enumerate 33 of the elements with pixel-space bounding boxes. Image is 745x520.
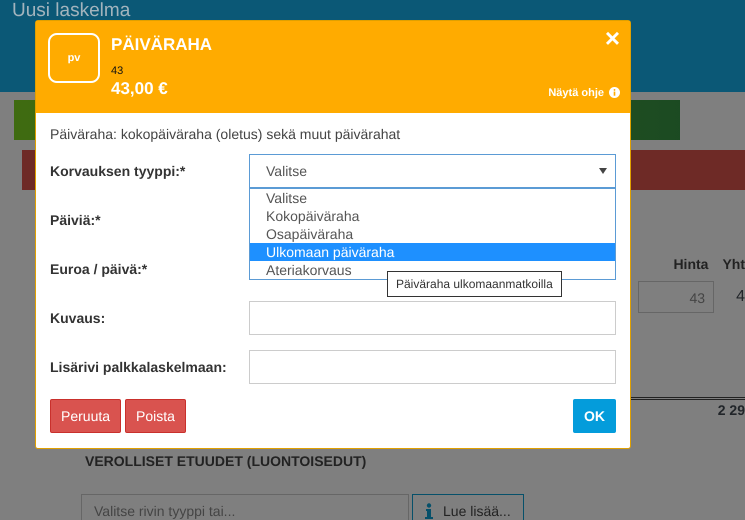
badge-icon: pv	[48, 33, 100, 83]
sum-total: 2 29	[718, 401, 745, 420]
dialog-subtitle: 43	[111, 65, 124, 79]
price-field[interactable]: 43	[638, 281, 714, 313]
info-icon	[609, 87, 620, 98]
tooltip: Päiväraha ulkomaanmatkoilla	[387, 271, 562, 297]
action-button[interactable]: Poista	[125, 399, 186, 433]
column-header: Hinta	[673, 255, 708, 274]
field-label: Kuvaus:	[50, 308, 106, 328]
read-more-button[interactable]: Lue lisää...	[412, 494, 524, 520]
input-field[interactable]	[249, 350, 616, 384]
dropdown-option[interactable]: Osapäiväraha	[250, 225, 615, 243]
description-text: Päiväraha: kokopäiväraha (oletus) sekä muut päivärahat	[50, 125, 402, 143]
action-button[interactable]: Peruuta	[50, 399, 122, 433]
column-header: Yht	[722, 255, 745, 274]
select-field[interactable]: Valitse	[249, 154, 616, 188]
dropdown-option[interactable]: Ulkomaan päiväraha	[250, 243, 615, 261]
field-label: Euroa / päivä:*	[50, 260, 148, 279]
row-type-input[interactable]: Valitse rivin tyyppi tai...	[81, 494, 409, 520]
total-value: 4	[736, 287, 745, 307]
field-label: Päiviä:*	[50, 210, 102, 230]
info-icon	[425, 503, 433, 519]
page-title: Uusi laskelma	[12, 1, 130, 20]
field-label: Lisärivi palkkalaskelmaan:	[50, 358, 228, 377]
input-field[interactable]	[249, 301, 616, 335]
dialog-title: PÄIVÄRAHA	[111, 35, 212, 56]
section-title: VEROLLISET ETUUDET (LUONTOISEDUT)	[85, 452, 368, 471]
caret-icon	[599, 168, 607, 174]
field-label: Korvauksen tyyppi:*	[50, 162, 186, 181]
amount-text: 43,00 €	[111, 78, 169, 99]
dropdown-option[interactable]: Kokopäiväraha	[250, 207, 615, 225]
dropdown-option[interactable]: Valitse	[250, 189, 615, 207]
ok-button[interactable]: OK	[573, 399, 616, 433]
